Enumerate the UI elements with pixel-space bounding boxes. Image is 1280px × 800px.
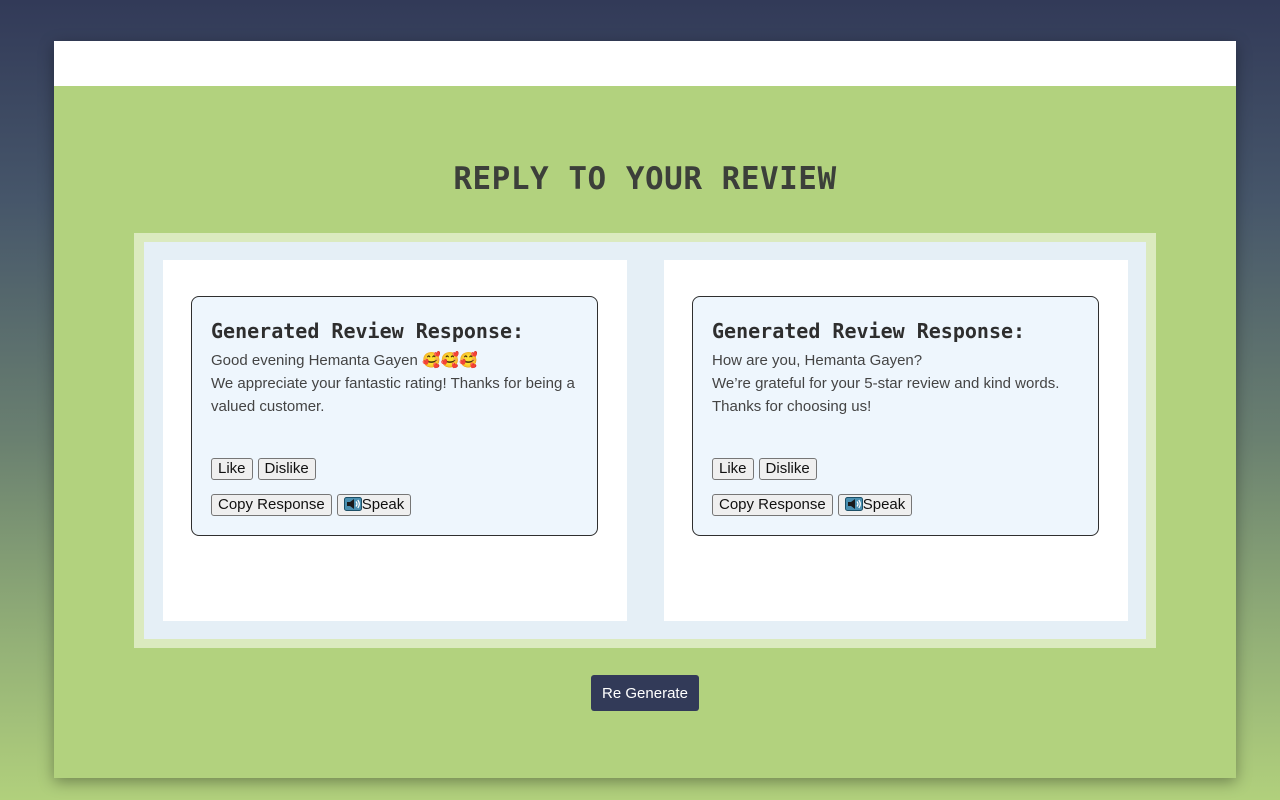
card-body: How are you, Hemanta Gayen? We’re gratef… [712,349,1079,445]
card-heading: Generated Review Response: [211,319,525,343]
page-title: REPLY TO YOUR REVIEW [453,161,837,197]
regenerate-button[interactable]: Re Generate [591,675,699,711]
responses-panel: Generated Review Response: Good evening … [134,233,1156,648]
response-card-container-1: Generated Review Response: Good evening … [163,260,627,621]
copy-response-button[interactable]: Copy Response [712,494,833,516]
response-card-container-2: Generated Review Response: How are you, … [664,260,1128,621]
response-text: We’re grateful for your 5-star review an… [712,375,1060,415]
like-button[interactable]: Like [712,458,754,480]
action-row: Copy Response Speak [712,494,913,516]
card-body: Good evening Hemanta Gayen 🥰🥰🥰 We apprec… [211,349,578,445]
greeting-text: How are you, Hemanta Gayen? [712,352,923,369]
response-card-1: Generated Review Response: Good evening … [191,296,598,536]
response-text: We appreciate your fantastic rating! Tha… [211,375,575,415]
response-card-2: Generated Review Response: How are you, … [692,296,1099,536]
card-heading: Generated Review Response: [712,319,1026,343]
speak-button[interactable]: Speak [336,494,412,516]
dislike-button[interactable]: Dislike [257,458,316,480]
app-window: REPLY TO YOUR REVIEW Generated Review Re… [54,41,1236,778]
top-bar [54,41,1236,86]
copy-response-button[interactable]: Copy Response [211,494,332,516]
action-row: Copy Response Speak [211,494,412,516]
speaker-icon [343,497,362,511]
feedback-row: Like Dislike [211,458,316,480]
speak-label: Speak [862,496,906,513]
greeting-text: Good evening Hemanta Gayen [211,352,418,369]
responses-inner-panel: Generated Review Response: Good evening … [144,242,1146,639]
smiling-hearts-emoji-icon: 🥰🥰🥰 [421,352,479,369]
dislike-button[interactable]: Dislike [758,458,817,480]
feedback-row: Like Dislike [712,458,817,480]
speak-label: Speak [361,496,405,513]
speak-button[interactable]: Speak [837,494,913,516]
like-button[interactable]: Like [211,458,253,480]
speaker-icon [844,497,863,511]
greeting-line: Good evening Hemanta Gayen 🥰🥰🥰 [211,349,578,372]
